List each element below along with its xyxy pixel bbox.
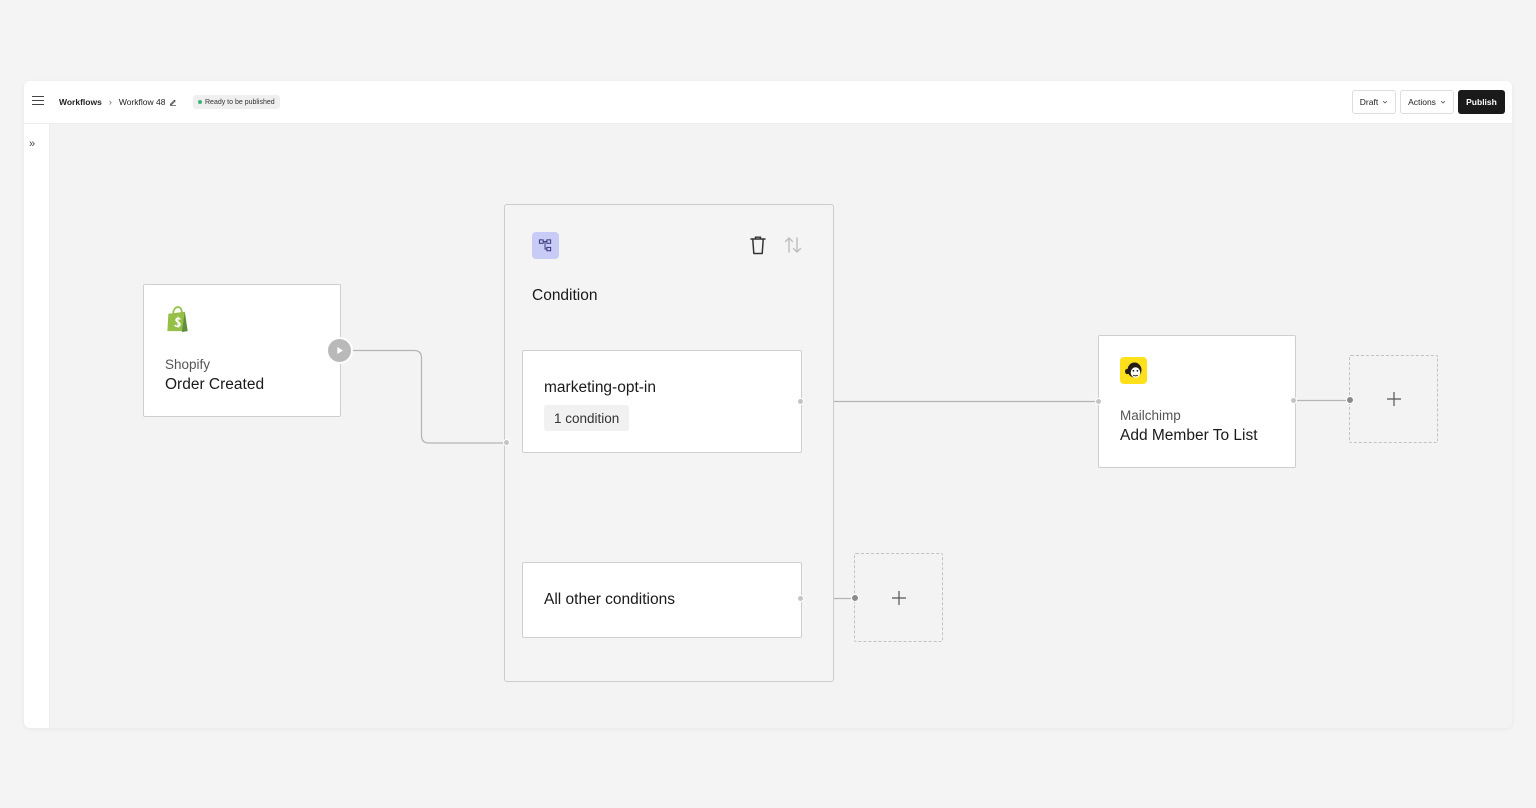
actions-dropdown[interactable]: Actions (1400, 90, 1454, 114)
mailchimp-icon (1120, 357, 1147, 384)
breadcrumb-workflows-link[interactable]: Workflows (59, 97, 102, 107)
chevron-down-icon (1383, 100, 1388, 104)
sidebar-rail: » (24, 124, 50, 728)
mailchimp-input-port[interactable] (1095, 398, 1102, 405)
branch-all-other-conditions[interactable]: All other conditions (522, 562, 802, 638)
top-bar: Workflows › Workflow 48 Ready to be publ… (24, 81, 1512, 124)
status-dot-icon (198, 100, 202, 104)
trigger-app-name: Shopify (165, 357, 211, 372)
play-triangle-icon (337, 346, 344, 355)
action-event-name: Add Member To List (1120, 427, 1258, 444)
condition-count-badge: 1 condition (544, 405, 630, 431)
action-node-mailchimp[interactable]: Mailchimp Add Member To List (1098, 335, 1296, 468)
chevron-down-icon (1440, 100, 1446, 104)
breadcrumb: Workflows › Workflow 48 (59, 95, 177, 109)
draft-label: Draft (1359, 97, 1379, 107)
expand-sidebar-icon[interactable]: » (29, 139, 35, 150)
actions-label: Actions (1408, 97, 1436, 107)
plus-icon (891, 590, 906, 605)
add-step-2-input-port (851, 594, 859, 602)
status-text: Ready to be published (205, 98, 275, 106)
add-step-after-mailchimp-button[interactable] (1349, 355, 1438, 443)
add-step-other-conditions-button[interactable] (854, 553, 943, 642)
play-icon[interactable] (326, 337, 353, 364)
branch-icon (532, 232, 559, 259)
condition-input-port[interactable] (503, 439, 510, 446)
draft-dropdown[interactable]: Draft (1352, 90, 1396, 114)
trash-icon[interactable] (749, 235, 767, 255)
add-step-1-input-port (1346, 396, 1354, 404)
shopify-icon (167, 306, 188, 333)
status-badge: Ready to be published (193, 95, 280, 109)
branch-marketing-opt-in[interactable]: marketing-opt-in 1 condition (522, 350, 802, 453)
mailchimp-output-port[interactable] (1290, 397, 1297, 404)
mailchimp-glyph-icon (1124, 362, 1141, 378)
reorder-arrows-icon[interactable] (783, 235, 803, 255)
action-app-name: Mailchimp (1120, 408, 1181, 423)
workflow-name[interactable]: Workflow 48 (119, 97, 166, 107)
trigger-event-name: Order Created (165, 376, 265, 393)
branch-name: marketing-opt-in (544, 379, 656, 396)
branch2-output-port[interactable] (797, 595, 804, 602)
publish-button[interactable]: Publish (1458, 90, 1505, 114)
branch-glyph-icon (538, 239, 552, 252)
branch1-output-port[interactable] (797, 398, 804, 405)
hamburger-menu-icon[interactable] (32, 96, 44, 108)
branch-name: All other conditions (544, 591, 675, 608)
pencil-edit-icon[interactable] (169, 98, 177, 106)
trigger-node-shopify[interactable]: Shopify Order Created (143, 284, 341, 417)
breadcrumb-separator: › (108, 97, 112, 107)
condition-title: Condition (532, 287, 598, 304)
plus-icon (1386, 392, 1401, 406)
